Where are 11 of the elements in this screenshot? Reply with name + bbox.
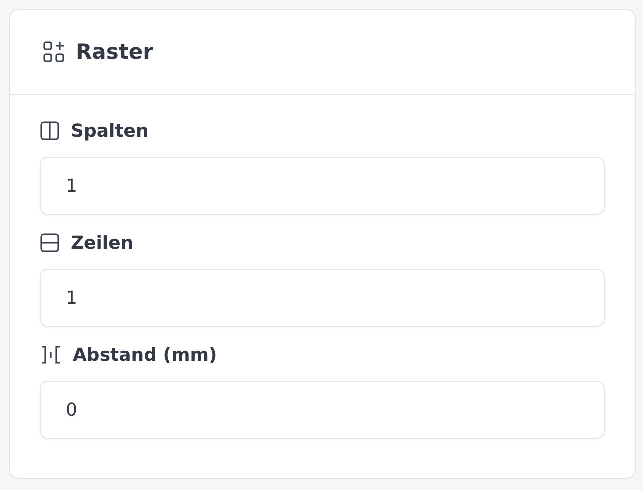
input-field[interactable]: 1: [40, 269, 605, 327]
input-field[interactable]: 0: [40, 381, 605, 439]
rows-icon: [40, 233, 60, 253]
field-label: Spalten: [71, 120, 149, 142]
columns-icon: [40, 121, 60, 141]
spacing-icon: [40, 345, 62, 365]
field-label: Zeilen: [71, 232, 134, 254]
field-label: Abstand (mm): [73, 344, 218, 366]
grid-add-icon: [43, 41, 65, 63]
input-field[interactable]: 1: [40, 157, 605, 215]
card-title: Raster: [76, 40, 154, 64]
